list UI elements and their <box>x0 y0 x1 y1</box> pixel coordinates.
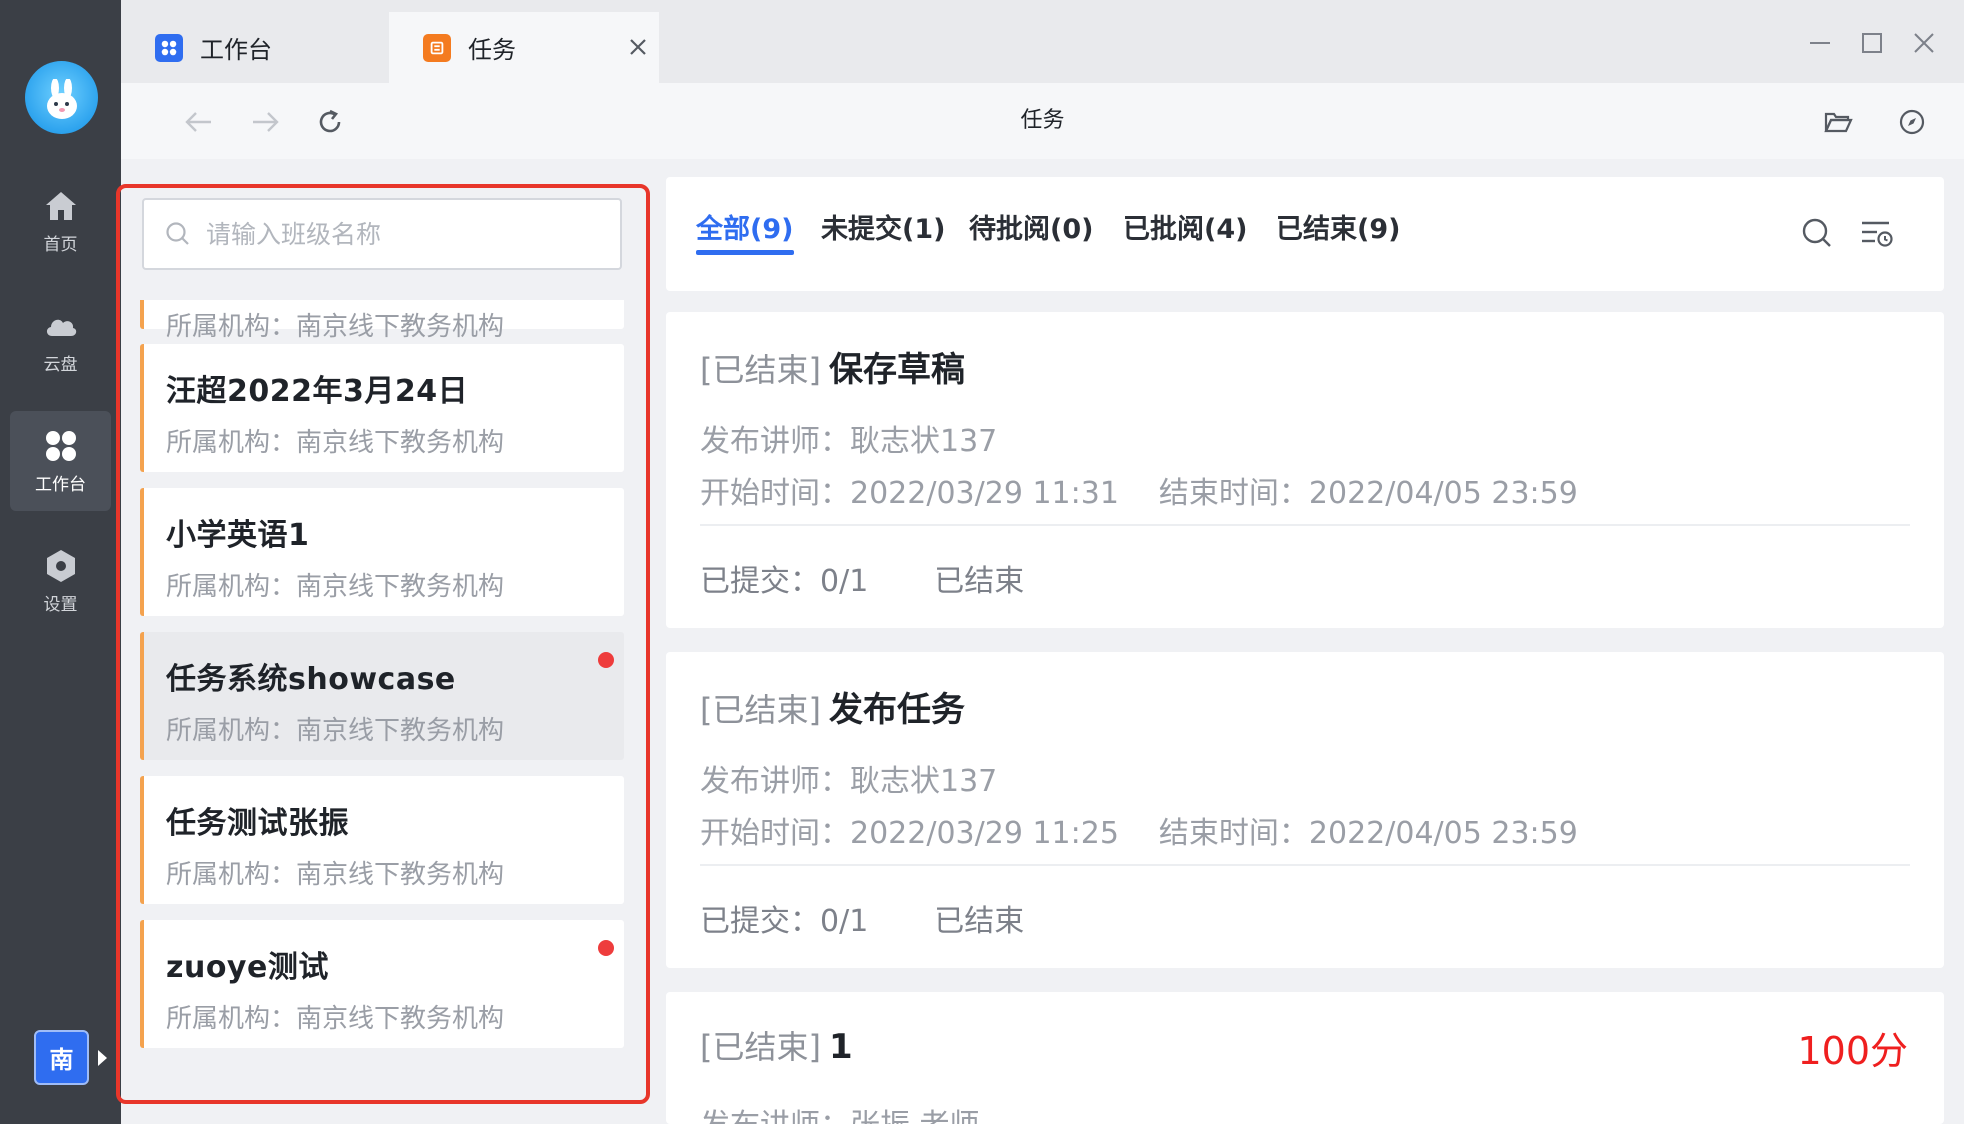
filter-history-icon[interactable] <box>1859 215 1895 251</box>
filter-bar: 全部(9) 未提交(1) 待批阅(0) 已批阅(4) 已结束(9) <box>666 177 1944 291</box>
task-footer: 已提交：0/1 已结束 <box>700 896 1024 940</box>
rail-item-label: 首页 <box>43 234 78 255</box>
class-name: 任务测试张振 <box>166 806 349 841</box>
tab-title: 工作台 <box>200 36 272 64</box>
unread-dot <box>598 940 614 956</box>
task-divider <box>700 524 1910 526</box>
task-status: [已结束] <box>700 691 821 729</box>
class-org: 所属机构：南京线下教务机构 <box>166 860 505 890</box>
class-card[interactable]: 小学英语1 所属机构：南京线下教务机构 <box>140 488 624 616</box>
tab-task[interactable]: 任务 <box>389 12 659 83</box>
active-tab-underline <box>696 250 794 255</box>
rail-item-settings[interactable]: 设置 <box>10 531 111 631</box>
minimize-icon[interactable] <box>1807 30 1833 56</box>
task-teacher: 发布讲师：张振 老师 <box>700 1100 980 1124</box>
rail-item-workbench[interactable]: 工作台 <box>10 411 111 511</box>
class-org: 所属机构：南京线下教务机构 <box>166 1004 505 1034</box>
task-teacher: 发布讲师：耿志状137 <box>700 424 998 459</box>
compass-icon[interactable] <box>1896 106 1928 138</box>
class-name: zuoye测试 <box>166 950 329 985</box>
workbench-tab-icon <box>155 33 183 62</box>
task-teacher: 发布讲师：耿志状137 <box>700 764 998 799</box>
task-state: 已结束 <box>934 564 1025 599</box>
expand-caret-icon[interactable] <box>98 1050 107 1066</box>
page-title: 任务 <box>1020 108 1065 133</box>
filter-tab-reviewed[interactable]: 已批阅(4) <box>1123 207 1247 246</box>
task-status: [已结束] <box>700 1028 821 1066</box>
class-org: 所属机构：南京线下教务机构 <box>166 716 505 746</box>
close-window-icon[interactable] <box>1911 30 1937 56</box>
task-divider <box>700 864 1910 866</box>
filter-tab-unsubmitted[interactable]: 未提交(1) <box>821 207 945 246</box>
task-footer: 已提交：0/1 已结束 <box>700 556 1024 600</box>
task-time-row: 开始时间：2022/03/29 11:25 结束时间：2022/04/05 23:… <box>700 808 1578 852</box>
task-title: 发布任务 <box>828 690 965 730</box>
task-card[interactable]: [已结束] 保存草稿 发布讲师：耿志状137 开始时间：2022/03/29 11… <box>666 312 1944 628</box>
task-submitted: 已提交：0/1 <box>700 564 869 599</box>
task-status: [已结束] <box>700 351 821 389</box>
class-card-selected[interactable]: 任务系统showcase 所属机构：南京线下教务机构 <box>140 632 624 760</box>
task-score: 100分 <box>1797 1029 1908 1073</box>
class-name: 任务系统showcase <box>166 662 456 697</box>
workbench-icon <box>45 430 76 461</box>
class-org: 所属机构：南京线下教务机构 <box>166 312 505 342</box>
rail-item-label: 云盘 <box>43 354 78 375</box>
settings-icon <box>46 549 75 582</box>
task-card[interactable]: [已结束] 发布任务 发布讲师：耿志状137 开始时间：2022/03/29 11… <box>666 652 1944 968</box>
avatar[interactable] <box>25 61 98 134</box>
class-card[interactable]: zuoye测试 所属机构：南京线下教务机构 <box>140 920 624 1048</box>
cloud-icon <box>46 319 76 336</box>
folder-open-icon[interactable] <box>1822 106 1854 138</box>
forward-arrow-icon[interactable] <box>249 106 281 138</box>
rail-item-label: 工作台 <box>35 474 86 495</box>
left-rail: 首页 云盘 工作台 设置 南 <box>0 0 121 1124</box>
task-start-time: 开始时间：2022/03/29 11:31 <box>700 476 1119 511</box>
rail-item-cloud[interactable]: 云盘 <box>10 291 111 391</box>
task-start-time: 开始时间：2022/03/29 11:25 <box>700 816 1119 851</box>
org-badge[interactable]: 南 <box>34 1030 89 1085</box>
unread-dot <box>598 652 614 668</box>
task-submitted: 已提交：0/1 <box>700 904 869 939</box>
class-name: 小学英语1 <box>166 518 310 553</box>
task-time-row: 开始时间：2022/03/29 11:31 结束时间：2022/04/05 23:… <box>700 468 1578 512</box>
bunny-avatar-icon <box>47 79 77 119</box>
class-card-partial[interactable]: 所属机构：南京线下教务机构 <box>140 300 624 342</box>
class-search-input[interactable] <box>206 219 606 249</box>
task-tab-icon <box>423 33 451 62</box>
task-panel: 全部(9) 未提交(1) 待批阅(0) 已批阅(4) 已结束(9) [已结束] 保… <box>666 177 1944 1124</box>
task-state: 已结束 <box>934 904 1025 939</box>
class-list: 所属机构：南京线下教务机构 汪超2022年3月24日 所属机构：南京线下教务机构… <box>140 300 624 1090</box>
task-title: 1 <box>828 1027 853 1067</box>
refresh-icon[interactable] <box>314 106 346 138</box>
rail-item-home[interactable]: 首页 <box>10 171 111 271</box>
app-window: 首页 云盘 工作台 设置 南 工作台 任务 任务 请输入班级名称 所属机构：南京… <box>0 0 1964 1124</box>
class-search-box[interactable] <box>142 198 622 270</box>
filter-tab-pending-review[interactable]: 待批阅(0) <box>969 207 1093 246</box>
tab-workbench[interactable]: 工作台 <box>121 12 389 83</box>
task-end-time: 结束时间：2022/04/05 23:59 <box>1158 816 1578 851</box>
task-end-time: 结束时间：2022/04/05 23:59 <box>1158 476 1578 511</box>
rail-item-label: 设置 <box>43 594 78 615</box>
class-card[interactable]: 任务测试张振 所属机构：南京线下教务机构 <box>140 776 624 904</box>
class-org: 所属机构：南京线下教务机构 <box>166 572 505 602</box>
toolbar: 任务 <box>121 83 1964 159</box>
filter-tab-ended[interactable]: 已结束(9) <box>1276 207 1400 246</box>
title-bar: 工作台 任务 <box>121 0 1964 83</box>
back-arrow-icon[interactable] <box>183 106 215 138</box>
filter-tab-all[interactable]: 全部(9) <box>696 207 793 246</box>
class-name: 汪超2022年3月24日 <box>166 374 469 409</box>
task-title: 保存草稿 <box>828 350 965 390</box>
tab-title: 任务 <box>468 36 516 64</box>
search-icon <box>166 222 189 245</box>
task-card[interactable]: [已结束]1 100分 发布讲师：张振 老师 <box>666 992 1944 1124</box>
class-card[interactable]: 汪超2022年3月24日 所属机构：南京线下教务机构 <box>140 344 624 472</box>
class-org: 所属机构：南京线下教务机构 <box>166 428 505 458</box>
maximize-icon[interactable] <box>1859 30 1885 56</box>
close-tab-icon[interactable] <box>625 34 651 60</box>
search-icon[interactable] <box>1799 215 1835 251</box>
home-icon <box>45 191 76 220</box>
